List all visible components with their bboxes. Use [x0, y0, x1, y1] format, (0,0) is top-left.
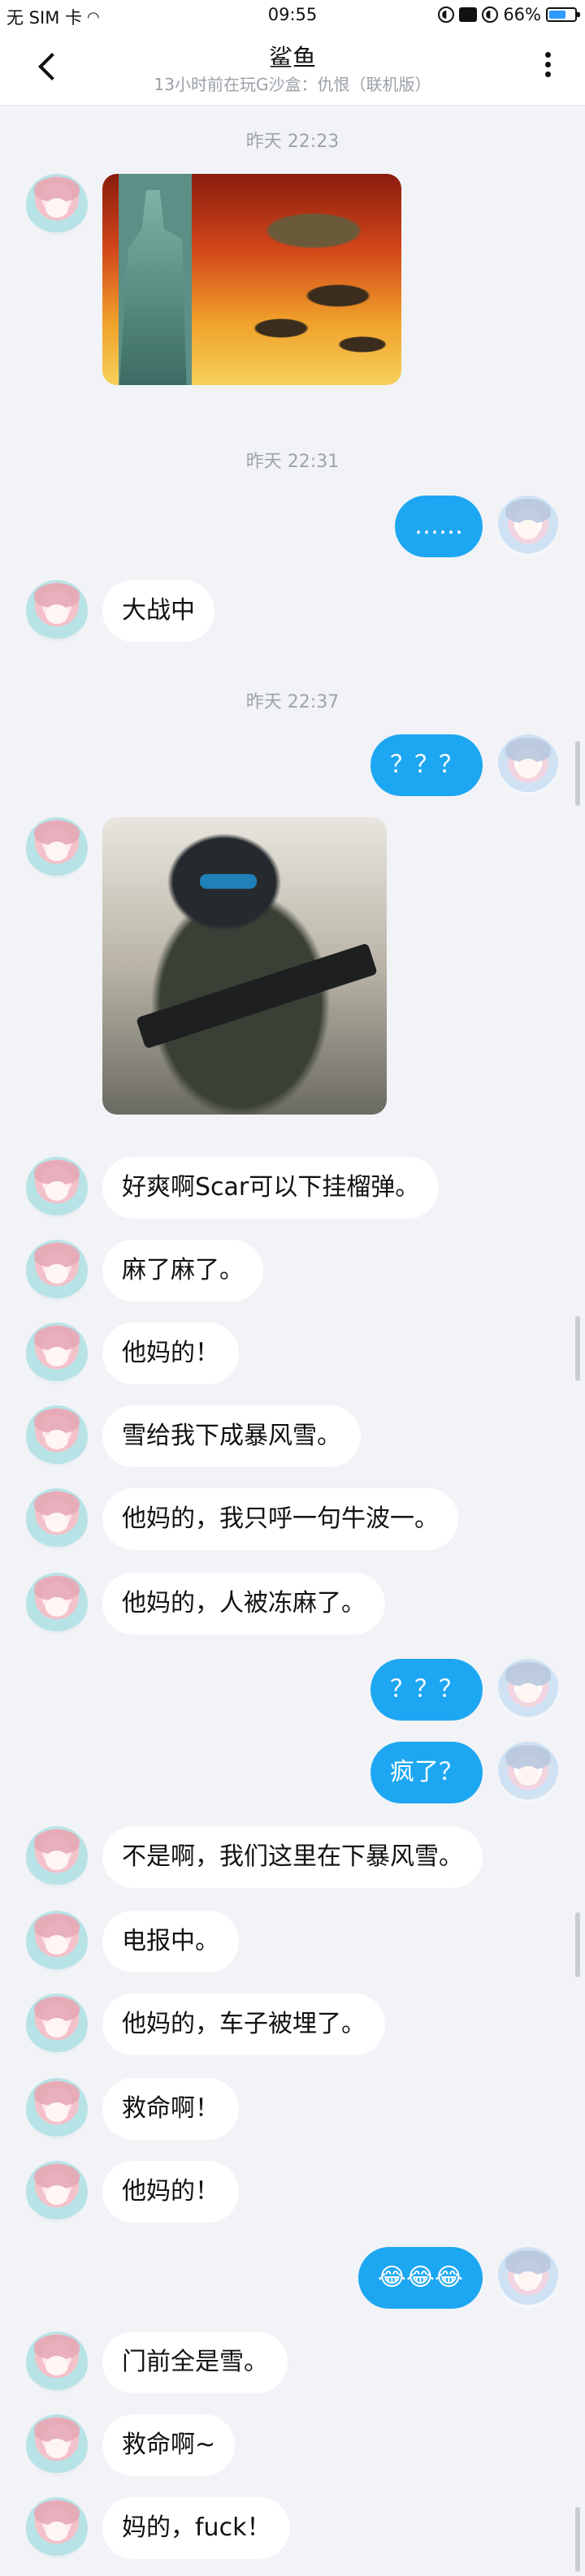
avatar[interactable]	[26, 2497, 88, 2559]
battery-percent: 66%	[503, 5, 541, 24]
more-vertical-icon[interactable]	[543, 52, 552, 81]
scrollbar[interactable]	[575, 1316, 580, 1381]
avatar[interactable]	[497, 2247, 559, 2309]
message-bubble[interactable]: 妈的，fuck！	[102, 2497, 291, 2559]
lock-rotation-icon	[482, 6, 499, 23]
liberty-statue-airships-image	[102, 174, 401, 385]
avatar[interactable]	[497, 496, 559, 557]
avatar[interactable]	[26, 2414, 88, 2476]
chat-title: 鲨鱼	[268, 44, 316, 71]
message-bubble[interactable]: ？？？	[370, 734, 483, 796]
message-bubble[interactable]: 疯了？	[370, 1742, 483, 1803]
battery-icon	[546, 7, 580, 22]
avatar[interactable]	[26, 817, 88, 879]
avatar[interactable]	[26, 580, 88, 642]
status-bar: 无 SIM 卡 ◠ 09:55 66%	[0, 0, 585, 29]
avatar[interactable]	[26, 1240, 88, 1301]
avatar[interactable]	[26, 1488, 88, 1550]
message-bubble[interactable]: 他妈的，我只呼一句牛波一。	[102, 1488, 458, 1550]
scrollbar[interactable]	[575, 1912, 580, 1977]
chat-subtitle: 13小时前在玩G沙盒：仇恨（联机版）	[154, 75, 431, 94]
message-bubble[interactable]: 救命啊~	[102, 2414, 236, 2476]
avatar[interactable]	[26, 2161, 88, 2223]
circle-status-icon	[438, 6, 455, 23]
message-bubble[interactable]: 大战中	[102, 580, 214, 642]
message-bubble[interactable]: 电报中。	[102, 1911, 239, 1972]
message-bubble[interactable]: 他妈的！	[102, 1323, 239, 1384]
message-bubble[interactable]: 雪给我下成暴风雪。	[102, 1405, 361, 1467]
avatar[interactable]	[497, 1659, 559, 1721]
timestamp: 昨天 22:31	[245, 452, 340, 472]
avatar[interactable]	[26, 1157, 88, 1219]
avatar[interactable]	[497, 1742, 559, 1803]
message-bubble[interactable]: 不是啊，我们这里在下暴风雪。	[102, 1826, 483, 1888]
chat-header: 鲨鱼 13小时前在玩G沙盒：仇恨（联机版）	[0, 29, 585, 106]
image-status-icon	[459, 7, 478, 22]
avatar[interactable]	[26, 1573, 88, 1634]
message-bubble[interactable]: 门前全是雪。	[102, 2331, 288, 2393]
avatar[interactable]	[26, 1994, 88, 2055]
message-bubble[interactable]: ……	[395, 496, 483, 557]
message-bubble[interactable]: 好爽啊Scar可以下挂榴弹。	[102, 1157, 440, 1219]
message-bubble[interactable]: 救命啊！	[102, 2078, 239, 2140]
soldier-with-rifle-image	[102, 817, 387, 1115]
avatar[interactable]	[26, 2331, 88, 2393]
avatar[interactable]	[26, 1911, 88, 1972]
message-image[interactable]	[102, 817, 387, 1115]
timestamp: 昨天 22:37	[245, 692, 340, 712]
avatar[interactable]	[26, 174, 88, 236]
avatar[interactable]	[26, 1826, 88, 1888]
avatar[interactable]	[497, 734, 559, 796]
message-bubble[interactable]: 麻了麻了。	[102, 1240, 263, 1301]
scrollbar[interactable]	[575, 2507, 580, 2572]
message-bubble[interactable]: 他妈的，人被冻麻了。	[102, 1573, 385, 1634]
message-bubble[interactable]: 😂😂😂	[358, 2247, 483, 2309]
scrollbar[interactable]	[575, 741, 580, 806]
avatar[interactable]	[26, 1323, 88, 1384]
message-image[interactable]	[102, 174, 401, 385]
timestamp: 昨天 22:23	[245, 132, 340, 152]
message-bubble[interactable]: 他妈的，车子被埋了。	[102, 1994, 385, 2055]
avatar[interactable]	[26, 1405, 88, 1467]
avatar[interactable]	[26, 2078, 88, 2140]
message-bubble[interactable]: ？？？	[370, 1659, 483, 1721]
status-right: 66%	[438, 5, 580, 24]
message-bubble[interactable]: 他妈的！	[102, 2161, 239, 2223]
